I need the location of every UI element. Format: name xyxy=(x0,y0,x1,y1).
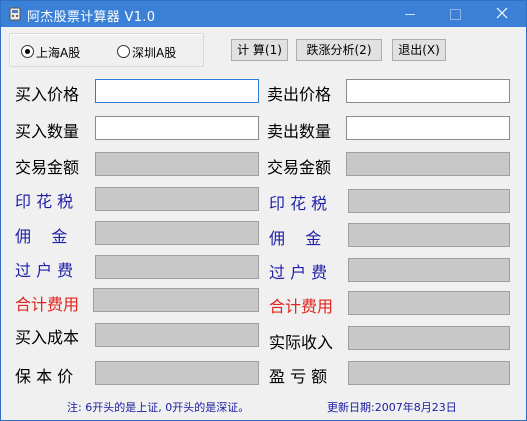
profit-loss-field xyxy=(348,361,510,385)
buy-cost-field xyxy=(95,323,259,347)
buy-stamp-tax-label: 印 花 税 xyxy=(15,192,74,211)
buy-amount-field xyxy=(95,152,259,176)
status-note: 注: 6开头的是上证, 0开头的是深证。 xyxy=(67,401,250,414)
sell-quantity-input[interactable] xyxy=(346,116,510,140)
buy-commission-field xyxy=(95,221,259,245)
close-button[interactable] xyxy=(478,1,526,27)
buy-commission-label-text: 佣 金 xyxy=(15,227,68,246)
actual-income-field xyxy=(348,326,510,350)
sell-amount-label: 交易金额 xyxy=(267,158,332,177)
buy-cost-label: 买入成本 xyxy=(15,328,80,347)
buy-transfer-fee-label: 过 户 费 xyxy=(15,261,74,280)
title-bar[interactable]: 阿杰股票计算器 V1.0 xyxy=(1,1,526,27)
sell-price-label: 卖出价格 xyxy=(267,85,332,104)
actual-income-label: 实际收入 xyxy=(269,333,334,352)
sell-commission-field xyxy=(348,223,510,247)
sell-quantity-label: 卖出数量 xyxy=(267,122,332,141)
buy-quantity-label: 买入数量 xyxy=(15,122,80,141)
sell-commission-label: 佣 金 xyxy=(269,225,321,249)
status-update-date: 更新日期:2007年8月23日 xyxy=(327,401,457,414)
buy-total-fees-label: 合计费用 xyxy=(15,295,80,314)
buy-price-label: 买入价格 xyxy=(15,85,80,104)
buy-quantity-input[interactable] xyxy=(95,116,259,140)
calculator-window: 阿杰股票计算器 V1.0 上海A股 深圳A股 计 算(1) 跌涨分析(2) 退出… xyxy=(0,0,527,421)
break-even-price-field xyxy=(95,361,259,385)
radio-shanghai-dot[interactable] xyxy=(21,45,34,58)
sell-amount-field xyxy=(346,152,510,176)
buy-transfer-fee-field xyxy=(95,255,259,279)
sell-stamp-tax-label: 印 花 税 xyxy=(269,194,328,213)
market-selector: 上海A股 深圳A股 xyxy=(9,33,204,67)
radio-shenzhen-label[interactable]: 深圳A股 xyxy=(132,44,176,61)
buy-amount-label: 交易金额 xyxy=(15,158,80,177)
buy-price-input[interactable] xyxy=(95,79,259,103)
break-even-price-label: 保 本 价 xyxy=(15,367,74,386)
sell-transfer-fee-label: 过 户 费 xyxy=(269,263,328,282)
profit-loss-label: 盈 亏 额 xyxy=(269,367,328,386)
sell-total-fees-field xyxy=(348,291,510,315)
maximize-icon xyxy=(450,9,461,20)
exit-button[interactable]: 退出(X) xyxy=(392,39,446,61)
minimize-icon xyxy=(405,14,415,15)
app-icon xyxy=(9,7,21,21)
calculate-button[interactable]: 计 算(1) xyxy=(231,39,288,61)
maximize-button[interactable] xyxy=(432,1,477,27)
radio-shenzhen-dot[interactable] xyxy=(117,45,130,58)
buy-total-fees-field xyxy=(93,288,259,312)
sell-transfer-fee-field xyxy=(348,258,510,282)
sell-total-fees-label: 合计费用 xyxy=(269,297,334,316)
minimize-button[interactable] xyxy=(387,1,432,27)
sell-price-input[interactable] xyxy=(346,79,510,103)
buy-commission-label: 佣 金 xyxy=(15,223,67,247)
window-title: 阿杰股票计算器 V1.0 xyxy=(27,10,156,25)
sell-stamp-tax-field xyxy=(348,189,510,213)
buy-stamp-tax-field xyxy=(95,187,259,211)
analysis-button[interactable]: 跌涨分析(2) xyxy=(296,39,382,61)
radio-shanghai-label[interactable]: 上海A股 xyxy=(36,44,80,61)
sell-commission-label-text: 佣 金 xyxy=(269,229,322,248)
close-icon xyxy=(496,7,508,19)
